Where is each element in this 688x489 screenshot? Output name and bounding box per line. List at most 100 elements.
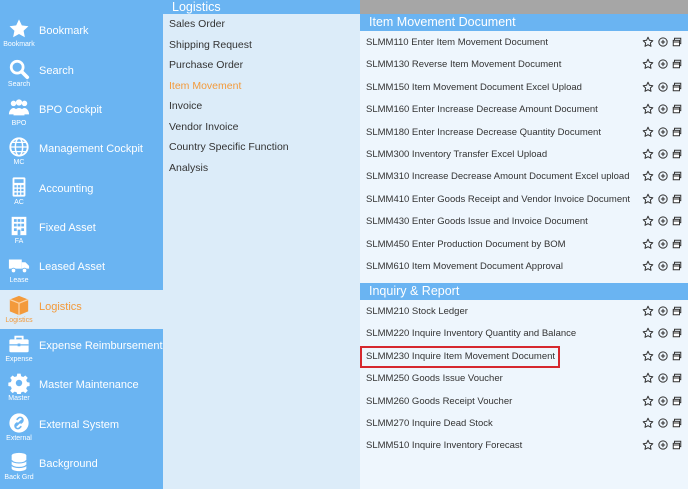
sidebar-item-bpo-cockpit[interactable]: BPO BPO Cockpit <box>0 93 163 132</box>
menu-row-slmm450[interactable]: SLMM450 Enter Production Document by BOM <box>360 234 688 256</box>
menu-row-slmm230[interactable]: SLMM230 Inquire Item Movement Document <box>360 346 688 368</box>
window-icon[interactable] <box>671 395 683 407</box>
circle-plus-icon[interactable] <box>657 260 669 272</box>
sidebar-item-master-maintenance[interactable]: Master Master Maintenance <box>0 368 163 407</box>
window-icon[interactable] <box>671 103 683 115</box>
star-outline-icon[interactable] <box>642 350 654 362</box>
menu-row-label: SLMM310 Increase Decrease Amount Documen… <box>366 171 630 183</box>
window-icon[interactable] <box>671 193 683 205</box>
star-outline-icon[interactable] <box>642 81 654 93</box>
window-icon[interactable] <box>671 260 683 272</box>
star-outline-icon[interactable] <box>642 193 654 205</box>
menu-row-slmm260[interactable]: SLMM260 Goods Receipt Voucher <box>360 391 688 413</box>
submenu-item-invoice[interactable]: Invoice <box>169 100 202 112</box>
window-icon[interactable] <box>671 58 683 70</box>
window-icon[interactable] <box>671 126 683 138</box>
menu-row-slmm310[interactable]: SLMM310 Increase Decrease Amount Documen… <box>360 166 688 188</box>
sidebar-item-expense-reimbursement[interactable]: Expense Expense Reimbursement <box>0 329 163 368</box>
submenu-item-vendor-invoice[interactable]: Vendor Invoice <box>169 121 238 133</box>
menu-row-label: SLMM130 Reverse Item Movement Document <box>366 59 562 71</box>
circle-plus-icon[interactable] <box>657 350 669 362</box>
circle-plus-icon[interactable] <box>657 58 669 70</box>
menu-row-slmm610[interactable]: SLMM610 Item Movement Document Approval <box>360 256 688 278</box>
submenu-item-purchase-order[interactable]: Purchase Order <box>169 59 243 71</box>
sidebar-item-fixed-asset[interactable]: FA Fixed Asset <box>0 211 163 250</box>
window-icon[interactable] <box>671 417 683 429</box>
sidebar-item-leased-asset[interactable]: Lease Leased Asset <box>0 250 163 289</box>
submenu-item-country-specific-function[interactable]: Country Specific Function <box>169 141 289 153</box>
window-icon[interactable] <box>671 36 683 48</box>
star-outline-icon[interactable] <box>642 238 654 250</box>
star-outline-icon[interactable] <box>642 126 654 138</box>
menu-row-slmm130[interactable]: SLMM130 Reverse Item Movement Document <box>360 54 688 76</box>
circle-plus-icon[interactable] <box>657 103 669 115</box>
window-icon[interactable] <box>671 439 683 451</box>
circle-plus-icon[interactable] <box>657 395 669 407</box>
star-outline-icon[interactable] <box>642 417 654 429</box>
circle-plus-icon[interactable] <box>657 148 669 160</box>
star-outline-icon[interactable] <box>642 395 654 407</box>
menu-row-slmm250[interactable]: SLMM250 Goods Issue Voucher <box>360 368 688 390</box>
submenu-item-sales-order[interactable]: Sales Order <box>169 18 225 30</box>
star-outline-icon[interactable] <box>642 439 654 451</box>
sidebar-item-external-system[interactable]: External External System <box>0 408 163 447</box>
window-icon[interactable] <box>671 372 683 384</box>
menu-row-slmm410[interactable]: SLMM410 Enter Goods Receipt and Vendor I… <box>360 189 688 211</box>
submenu-item-shipping-request[interactable]: Shipping Request <box>169 39 252 51</box>
sidebar-item-accounting[interactable]: AC Accounting <box>0 172 163 211</box>
circle-plus-icon[interactable] <box>657 439 669 451</box>
circle-plus-icon[interactable] <box>657 238 669 250</box>
window-icon[interactable] <box>671 305 683 317</box>
window-icon[interactable] <box>671 81 683 93</box>
circle-plus-icon[interactable] <box>657 81 669 93</box>
row-action-icons <box>642 327 686 341</box>
sidebar-item-bookmark[interactable]: Bookmark Bookmark <box>0 14 163 53</box>
building-icon <box>5 214 33 238</box>
star-outline-icon[interactable] <box>642 58 654 70</box>
star-outline-icon[interactable] <box>642 372 654 384</box>
circle-plus-icon[interactable] <box>657 126 669 138</box>
star-outline-icon[interactable] <box>642 327 654 339</box>
circle-plus-icon[interactable] <box>657 305 669 317</box>
menu-row-slmm160[interactable]: SLMM160 Enter Increase Decrease Amount D… <box>360 99 688 121</box>
menu-row-slmm210[interactable]: SLMM210 Stock Ledger <box>360 301 688 323</box>
circle-plus-icon[interactable] <box>657 417 669 429</box>
circle-plus-icon[interactable] <box>657 36 669 48</box>
sidebar-item-logistics[interactable]: Logistics Logistics <box>0 290 163 329</box>
sidebar-item-management-cockpit[interactable]: MC Management Cockpit <box>0 132 163 171</box>
window-icon[interactable] <box>671 215 683 227</box>
menu-row-slmm110[interactable]: SLMM110 Enter Item Movement Document <box>360 32 688 54</box>
menu-row-slmm510[interactable]: SLMM510 Inquire Inventory Forecast <box>360 435 688 457</box>
window-icon[interactable] <box>671 238 683 250</box>
star-outline-icon[interactable] <box>642 305 654 317</box>
star-outline-icon[interactable] <box>642 103 654 115</box>
sidebar-item-label: Accounting <box>39 183 94 195</box>
star-outline-icon[interactable] <box>642 260 654 272</box>
circle-plus-icon[interactable] <box>657 193 669 205</box>
submenu-item-analysis[interactable]: Analysis <box>169 162 208 174</box>
window-icon[interactable] <box>671 148 683 160</box>
circle-plus-icon[interactable] <box>657 170 669 182</box>
sidebar-item-background[interactable]: Back Grd Background <box>0 447 163 486</box>
submenu-item-item-movement[interactable]: Item Movement <box>169 80 241 92</box>
circle-plus-icon[interactable] <box>657 327 669 339</box>
menu-row-slmm180[interactable]: SLMM180 Enter Increase Decrease Quantity… <box>360 122 688 144</box>
menu-row-slmm270[interactable]: SLMM270 Inquire Dead Stock <box>360 413 688 435</box>
circle-plus-icon[interactable] <box>657 372 669 384</box>
menu-row-slmm430[interactable]: SLMM430 Enter Goods Issue and Invoice Do… <box>360 211 688 233</box>
section-title-item-movement-document: Item Movement Document <box>360 14 688 31</box>
window-icon[interactable] <box>671 350 683 362</box>
row-action-icons <box>642 439 686 453</box>
menu-row-slmm220[interactable]: SLMM220 Inquire Inventory Quantity and B… <box>360 323 688 345</box>
circle-plus-icon[interactable] <box>657 215 669 227</box>
menu-row-slmm300[interactable]: SLMM300 Inventory Transfer Excel Upload <box>360 144 688 166</box>
window-icon[interactable] <box>671 327 683 339</box>
menu-row-slmm150[interactable]: SLMM150 Item Movement Document Excel Upl… <box>360 77 688 99</box>
sidebar-item-short: AC <box>14 199 24 206</box>
window-icon[interactable] <box>671 170 683 182</box>
star-outline-icon[interactable] <box>642 148 654 160</box>
star-outline-icon[interactable] <box>642 36 654 48</box>
star-outline-icon[interactable] <box>642 215 654 227</box>
sidebar-item-search[interactable]: Search Search <box>0 54 163 93</box>
star-outline-icon[interactable] <box>642 170 654 182</box>
